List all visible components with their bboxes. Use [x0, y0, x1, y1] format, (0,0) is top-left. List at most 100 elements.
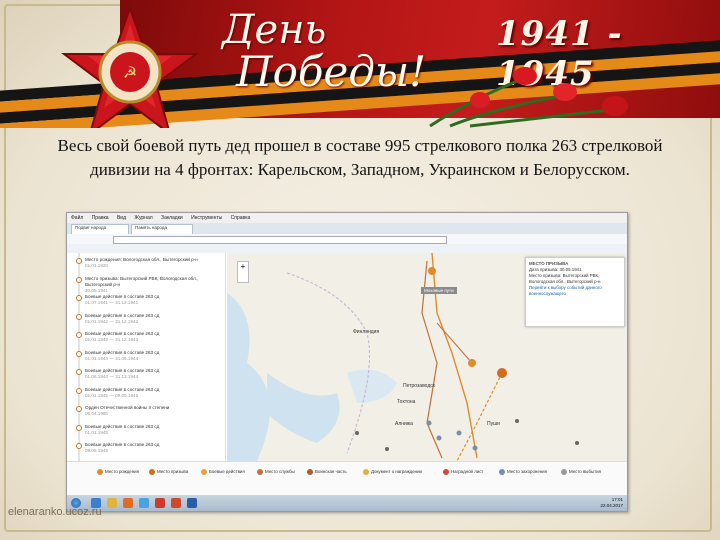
route-marker[interactable] — [456, 430, 462, 436]
timeline-item[interactable]: Боевые действия в составе 263 сд 01.06.19… — [85, 368, 221, 380]
timeline-item-date: 01.07.1941 — 31.12.1941 — [85, 300, 139, 305]
menu-bar: Файл Правка Вид Журнал Закладки Инструме… — [67, 213, 627, 223]
city-dot — [385, 447, 389, 451]
legend-item: Место службы — [257, 469, 295, 475]
route-marker[interactable] — [472, 445, 478, 451]
opera-icon[interactable] — [155, 498, 165, 508]
media-icon[interactable] — [139, 498, 149, 508]
timeline-marker-icon — [76, 313, 82, 320]
timeline-item-date: 01.01.1945 — [85, 429, 108, 435]
windows-taskbar: 17:01 22.04.2017 — [67, 495, 627, 511]
legend-marker-icon — [363, 469, 369, 475]
timeline-item-date: 01.01.1944 — 31.05.1944 — [85, 355, 139, 361]
legend-item: Место захоронения — [499, 469, 547, 475]
legend-item: Место призыва — [149, 469, 188, 475]
timeline-item[interactable]: Орден Отечественной войны II степени 06.0… — [85, 405, 221, 417]
tab-pamyat[interactable]: Память народа — [131, 224, 193, 234]
timeline-item[interactable]: Боевые действия в составе 263 сд 01.01.19… — [85, 313, 221, 325]
route-marker[interactable] — [426, 420, 432, 426]
legend-marker-icon — [97, 469, 103, 475]
menu-item[interactable]: Инструменты — [191, 215, 222, 221]
zoom-control[interactable]: + — [237, 261, 249, 283]
route-line — [456, 372, 503, 461]
powerpoint-icon[interactable] — [171, 498, 181, 508]
menu-item[interactable]: Файл — [71, 215, 83, 221]
url-field[interactable] — [113, 236, 447, 244]
timeline-item-title: Боевые действия в составе 263 сд — [85, 294, 160, 299]
route-marker[interactable] — [436, 435, 442, 441]
legend-item: Наградной лист — [443, 469, 483, 475]
timeline-item-title: Боевые действия в составе 263 сд — [85, 442, 160, 447]
menu-item[interactable]: Вид — [117, 215, 126, 221]
timeline-item-title: Боевые действия в составе 263 сд — [85, 331, 160, 336]
slide: ☭ День Победы! 1941 - 1945 Весь свой бое… — [0, 0, 720, 540]
lake-area — [347, 369, 397, 403]
timeline-marker-icon — [76, 295, 82, 301]
legend-marker-icon — [307, 469, 313, 475]
timeline-item-date: 06.04.1985 — [85, 411, 108, 416]
browser-screenshot: Файл Правка Вид Журнал Закладки Инструме… — [66, 212, 628, 512]
svg-text:☭: ☭ — [123, 63, 137, 82]
route-marker[interactable] — [497, 368, 507, 378]
timeline-marker-icon — [76, 332, 82, 338]
timeline-item[interactable]: Боевые действия в составе 263 сд 01.07.19… — [85, 294, 221, 306]
firefox-icon[interactable] — [123, 498, 133, 508]
route-line — [436, 322, 473, 364]
system-clock[interactable]: 17:01 22.04.2017 — [600, 497, 623, 509]
carnations-icon — [429, 67, 628, 128]
menu-item[interactable]: Закладки — [161, 215, 183, 221]
map-label: Петрозаводск — [403, 383, 435, 389]
tab-podvig[interactable]: Подвиг народа — [71, 224, 129, 234]
timeline-item-date: 01.06.1944 — 31.12.1944 — [85, 374, 139, 379]
timeline-item-title: Боевые действия в составе 263 сд — [85, 312, 160, 318]
map-label: Алнижа — [395, 421, 413, 427]
city-dot — [515, 419, 519, 423]
legend-item: Воинская часть — [307, 469, 347, 475]
timeline-marker-icon — [76, 406, 82, 412]
map-label: Пуши — [487, 421, 500, 427]
event-popup: МЕСТО ПРИЗЫВА Дата призыва: 30.05.1941 М… — [525, 257, 625, 327]
timeline-item-title: Место рождения: Вологодская обл., Вытего… — [85, 257, 198, 262]
banner-title-line1: День — [222, 7, 327, 53]
timeline-item[interactable]: Боевые действия в составе 263 сд 09.05.19… — [85, 442, 221, 454]
menu-item[interactable]: Правка — [92, 215, 109, 221]
timeline-item-title: Орден Отечественной войны II степени — [85, 405, 170, 410]
site-watermark: elenaranko.ucoz.ru — [8, 506, 102, 518]
timeline-item[interactable]: Боевые действия в составе 263 сд 01.01.19… — [85, 331, 221, 343]
timeline-marker-icon — [76, 424, 82, 431]
folder-icon[interactable] — [107, 498, 117, 508]
timeline-item[interactable]: Боевые действия в составе 263 сд 01.01.19… — [85, 424, 221, 436]
route-marker[interactable] — [428, 267, 436, 275]
menu-item[interactable]: Журнал — [134, 215, 152, 221]
timeline-item[interactable]: Место призыва: Вытегорский РВК, Вологодс… — [85, 276, 221, 294]
map-toolbar — [67, 485, 627, 495]
timeline-item-date: 01.01.1945 — 09.05.1945 — [85, 392, 139, 398]
city-dot — [575, 441, 579, 445]
route-map[interactable]: + Моховые пути Финляндия Петрозаводск То… — [227, 253, 627, 461]
menu-item[interactable]: Справка — [231, 215, 251, 221]
timeline-item-date: 01.01.1943 — 31.12.1943 — [85, 337, 139, 342]
sea-area — [227, 293, 270, 461]
legend-marker-icon — [443, 469, 449, 475]
map-label: Тохтона — [397, 399, 416, 405]
timeline-item[interactable]: Боевые действия в составе 263 сд 01.01.19… — [85, 350, 221, 362]
timeline-marker-icon — [76, 369, 82, 375]
timeline-item-title: Боевые действия в составе 263 сд — [85, 349, 160, 355]
timeline-marker-icon — [76, 276, 82, 283]
map-tooltip: Моховые пути — [421, 287, 457, 294]
timeline-item[interactable]: Боевые действия в составе 263 сд 01.01.19… — [85, 387, 221, 399]
timeline-item-title: Боевые действия в составе 263 сд — [85, 423, 160, 429]
order-star-icon: ☭ — [61, 6, 199, 128]
tab-bar: Подвиг народа Память народа — [67, 223, 627, 234]
legend-marker-icon — [561, 469, 567, 475]
timeline-marker-icon — [76, 350, 82, 357]
popup-link[interactable]: Перейти к выбору событий данного военнос… — [529, 285, 621, 297]
city-dot — [355, 431, 359, 435]
timeline-item-title: Боевые действия в составе 263 сд — [85, 368, 160, 373]
route-marker[interactable] — [468, 359, 476, 367]
word-icon[interactable] — [187, 498, 197, 508]
legend-item: Место выбытия — [561, 469, 601, 475]
legend-marker-icon — [499, 469, 505, 475]
timeline-marker-icon — [76, 387, 82, 394]
timeline-item[interactable]: Место рождения: Вологодская обл., Вытего… — [85, 257, 221, 269]
